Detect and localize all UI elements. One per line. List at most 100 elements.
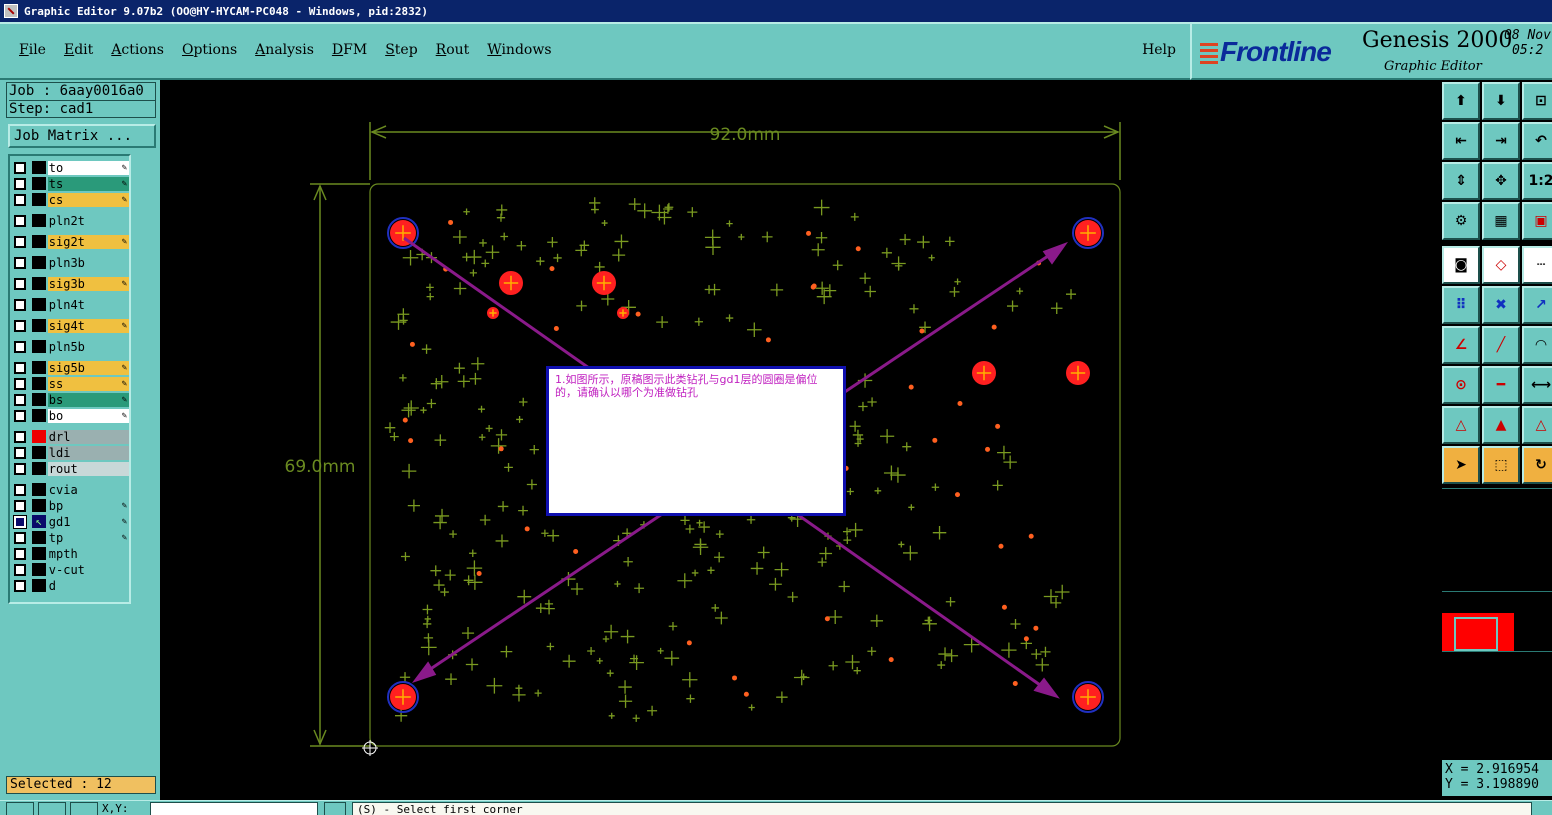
zoom-step-icon[interactable]: ⬇ bbox=[1482, 82, 1520, 120]
measure-icon[interactable]: ◇ bbox=[1482, 246, 1520, 284]
status-button-4[interactable] bbox=[324, 802, 346, 815]
layer-row-pln5b[interactable]: pln5b bbox=[12, 339, 129, 354]
layer-row-sig5b[interactable]: sig5b ✎ bbox=[12, 360, 129, 375]
layer-row-sig2t[interactable]: sig2t ✎ bbox=[12, 234, 129, 249]
line-icon[interactable]: ∠ bbox=[1442, 326, 1480, 364]
layer-name[interactable]: bp ✎ bbox=[47, 498, 129, 513]
layer-name[interactable]: tp ✎ bbox=[47, 530, 129, 545]
layer-checkbox[interactable] bbox=[14, 193, 26, 206]
layer-checkbox[interactable] bbox=[14, 563, 26, 576]
layer-name[interactable]: gd1 ✎ bbox=[47, 514, 129, 529]
menu-step[interactable]: Step bbox=[376, 42, 426, 58]
layer-checkbox[interactable] bbox=[14, 579, 26, 592]
menu-actions[interactable]: Actions bbox=[102, 42, 173, 58]
layer-color-swatch[interactable] bbox=[31, 256, 46, 269]
menu-analysis[interactable]: Analysis bbox=[246, 42, 323, 58]
layer-color-swatch[interactable] bbox=[31, 340, 46, 353]
arc-icon[interactable]: ◠ bbox=[1522, 326, 1552, 364]
layer-name[interactable]: cs ✎ bbox=[47, 192, 129, 207]
layer-row-bp[interactable]: bp ✎ bbox=[12, 498, 129, 513]
layer-row-pln2t[interactable]: pln2t bbox=[12, 213, 129, 228]
triangle-arrow-icon[interactable]: △ bbox=[1522, 406, 1552, 444]
layer-checkbox[interactable] bbox=[14, 277, 26, 290]
layer-row-cvia[interactable]: cvia bbox=[12, 482, 129, 497]
layer-checkbox[interactable] bbox=[14, 161, 26, 174]
layer-name[interactable]: ldi bbox=[47, 445, 129, 460]
layer-name[interactable]: bs ✎ bbox=[47, 392, 129, 407]
layer-checkbox[interactable] bbox=[14, 446, 26, 459]
xy-input[interactable] bbox=[150, 802, 318, 815]
snap-settings-icon[interactable]: ⚙ bbox=[1442, 202, 1480, 240]
stretch-icon[interactable]: ⟷ bbox=[1522, 366, 1552, 404]
layer-row-ts[interactable]: ts ✎ bbox=[12, 176, 129, 191]
layer-row-v-cut[interactable]: v-cut bbox=[12, 562, 129, 577]
layer-name[interactable]: pln5b bbox=[47, 339, 129, 354]
layer-name[interactable]: to ✎ bbox=[47, 160, 129, 175]
layer-row-rout[interactable]: rout bbox=[12, 461, 129, 476]
layer-color-swatch[interactable] bbox=[31, 547, 46, 560]
menu-dfm[interactable]: DFM bbox=[323, 42, 376, 58]
layer-name[interactable]: v-cut bbox=[47, 562, 129, 577]
layer-row-bo[interactable]: bo ✎ bbox=[12, 408, 129, 423]
grid-icon[interactable]: ▦ bbox=[1482, 202, 1520, 240]
ruler-icon[interactable]: ┄ bbox=[1522, 246, 1552, 284]
select-icon[interactable]: ➤ bbox=[1442, 446, 1480, 484]
layer-checkbox[interactable] bbox=[14, 177, 26, 190]
layer-name[interactable]: drl bbox=[47, 429, 129, 444]
layer-color-swatch[interactable] bbox=[31, 235, 46, 248]
layer-checkbox[interactable] bbox=[14, 377, 26, 390]
layer-checkbox[interactable] bbox=[14, 483, 26, 496]
layer-name[interactable]: ss ✎ bbox=[47, 376, 129, 391]
layer-color-swatch[interactable] bbox=[31, 409, 46, 422]
layer-color-swatch[interactable] bbox=[31, 499, 46, 512]
triangle-icon[interactable]: △ bbox=[1442, 406, 1480, 444]
layer-color-swatch[interactable] bbox=[31, 579, 46, 592]
zoom-in-icon[interactable]: ⊡ bbox=[1522, 82, 1552, 120]
pan-left-icon[interactable]: ⇤ bbox=[1442, 122, 1480, 160]
layer-checkbox[interactable] bbox=[14, 531, 26, 544]
layer-name[interactable]: bo ✎ bbox=[47, 408, 129, 423]
layer-row-pln4t[interactable]: pln4t bbox=[12, 297, 129, 312]
layer-color-swatch[interactable] bbox=[31, 446, 46, 459]
layer-checkbox[interactable] bbox=[14, 361, 26, 374]
layer-name[interactable]: d bbox=[47, 578, 129, 593]
layer-row-drl[interactable]: drl bbox=[12, 429, 129, 444]
layer-name[interactable]: sig2t ✎ bbox=[47, 234, 129, 249]
menu-file[interactable]: File bbox=[10, 42, 55, 58]
layer-color-swatch[interactable] bbox=[31, 214, 46, 227]
layer-name[interactable]: cvia bbox=[47, 482, 129, 497]
fit-vertical-icon[interactable]: ⇕ bbox=[1442, 162, 1480, 200]
layer-color-swatch[interactable] bbox=[31, 298, 46, 311]
layer-name[interactable]: mpth bbox=[47, 546, 129, 561]
layer-checkbox[interactable] bbox=[14, 319, 26, 332]
graphic-canvas[interactable]: 92.0mm 69.0mm 1.如图所示，原稿图示此类钻孔与gd1层的圆圈是偏位… bbox=[160, 80, 1440, 800]
layer-checkbox[interactable] bbox=[14, 340, 26, 353]
layer-checkbox[interactable] bbox=[14, 409, 26, 422]
camera-icon[interactable]: ◙ bbox=[1442, 246, 1480, 284]
menu-windows[interactable]: Windows bbox=[478, 42, 560, 58]
zoom-home-icon[interactable]: ⬆ bbox=[1442, 82, 1480, 120]
menu-rout[interactable]: Rout bbox=[427, 42, 479, 58]
job-matrix-button[interactable]: Job Matrix ... bbox=[8, 124, 156, 148]
layer-color-swatch[interactable] bbox=[31, 177, 46, 190]
layer-checkbox[interactable] bbox=[14, 393, 26, 406]
layer-color-swatch[interactable] bbox=[31, 483, 46, 496]
pan-right-icon[interactable]: ⇥ bbox=[1482, 122, 1520, 160]
layer-row-pln3b[interactable]: pln3b bbox=[12, 255, 129, 270]
layer-row-bs[interactable]: bs ✎ bbox=[12, 392, 129, 407]
layer-checkbox[interactable] bbox=[14, 214, 26, 227]
layer-checkbox[interactable] bbox=[14, 256, 26, 269]
layer-color-swatch[interactable] bbox=[31, 430, 46, 443]
layer-name[interactable]: pln4t bbox=[47, 297, 129, 312]
menu-help[interactable]: Help bbox=[1142, 42, 1176, 58]
app-icon[interactable] bbox=[4, 4, 18, 18]
minimap-viewport[interactable] bbox=[1454, 617, 1498, 651]
layer-row-mpth[interactable]: mpth bbox=[12, 546, 129, 561]
layer-checkbox[interactable] bbox=[14, 298, 26, 311]
menu-edit[interactable]: Edit bbox=[55, 42, 102, 58]
note-popup[interactable]: 1.如图所示，原稿图示此类钻孔与gd1层的圆圈是偏位的，请确认以哪个为准做钻孔 bbox=[546, 366, 846, 516]
layer-row-sig4t[interactable]: sig4t ✎ bbox=[12, 318, 129, 333]
layer-color-swatch[interactable] bbox=[31, 319, 46, 332]
layer-color-swatch[interactable] bbox=[31, 462, 46, 475]
select-box-icon[interactable]: ⬚ bbox=[1482, 446, 1520, 484]
